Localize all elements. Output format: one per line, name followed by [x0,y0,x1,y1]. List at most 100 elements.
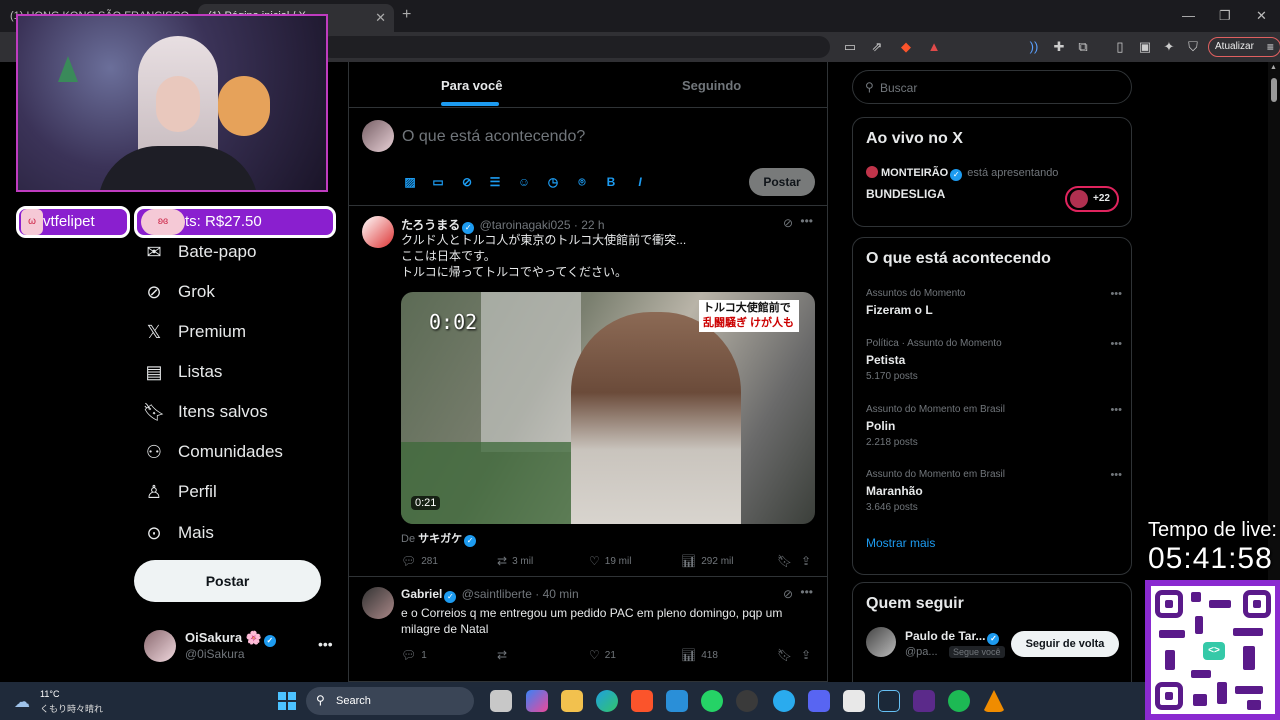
audio-icon[interactable]: )) [1026,39,1042,55]
vpn-icon[interactable]: ⛉ [1185,39,1201,55]
scroll-up-icon[interactable]: ▲ [1270,64,1277,71]
nav-item-lists[interactable]: ▤ Listas [144,358,222,386]
app-icon[interactable] [913,690,935,712]
wallet-icon[interactable]: ▣ [1137,39,1153,55]
edge-icon[interactable] [596,690,618,712]
tweet[interactable]: Gabriel ✓ @saintliberte · 40 min ⊘ ••• e … [349,577,827,682]
discord-icon[interactable] [808,690,830,712]
bookmark-button[interactable]: 🔖︎ [777,648,792,662]
live-topic[interactable]: BUNDESLIGA [866,187,945,201]
minimize-icon[interactable]: — [1182,8,1195,23]
file-explorer-icon[interactable] [561,690,583,712]
tab-search-icon[interactable]: ⧉ [1075,39,1091,55]
window-close-icon[interactable]: ✕ [1256,8,1267,24]
views-button[interactable]: 📊︎ 418 [681,648,718,662]
italic-icon[interactable]: I [632,174,648,190]
weather-temperature[interactable]: 11°C [40,689,59,699]
nav-item-profile[interactable]: ♙ Perfil [144,478,217,506]
reply-button[interactable]: 💬︎ 1 [401,648,427,662]
reply-button[interactable]: 💬︎ 281 [401,554,438,568]
address-bar[interactable] [320,36,830,58]
nav-item-grok[interactable]: ⊘ Grok [144,278,214,306]
more-icon[interactable]: ••• [1110,338,1122,350]
views-button[interactable]: 📊︎ 292 mil [681,554,733,568]
tab-for-you[interactable]: Para você [441,78,502,93]
compose-post-button[interactable]: Postar [749,168,815,196]
avatar[interactable] [866,627,896,657]
avatar[interactable] [362,216,394,248]
store-icon[interactable] [666,690,688,712]
taskbar-search[interactable]: ⚲ Search [306,687,474,715]
search-box[interactable]: ⚲ Buscar [852,70,1132,104]
nav-item-communities[interactable]: ⚇ Comunidades [144,438,283,466]
obs-icon[interactable] [736,690,758,712]
windows-start-icon[interactable] [278,692,296,710]
more-icon[interactable]: ••• [800,214,813,228]
nav-item-more[interactable]: ⊙ Mais [144,519,213,547]
trend-item[interactable]: Assunto do Momento em Brasil Maranhão 3.… [866,469,1122,513]
avatar[interactable] [362,587,394,619]
more-icon[interactable]: ••• [1110,469,1122,481]
repost-button[interactable]: ⇄ [497,648,507,662]
grok-icon[interactable]: ⊘ [459,174,475,190]
weather-description[interactable]: くもり時々晴れ [40,702,103,715]
follow-back-button[interactable]: Seguir de volta [1011,631,1119,657]
tweet-handle[interactable]: @taroinagaki025 [480,218,571,232]
show-more-link[interactable]: Mostrar mais [866,536,935,550]
maximize-icon[interactable]: ❐ [1219,8,1231,24]
tweet-author-name[interactable]: たろうまる [401,218,460,232]
nav-item-chat[interactable]: ✉ Bate-papo [144,238,256,266]
emoji-icon[interactable]: ☺ [516,174,532,190]
more-icon[interactable]: ••• [318,636,333,652]
share-button[interactable]: ⇪ [801,554,811,568]
account-switcher[interactable]: OiSakura 🌸 ✓ @0iSakura ••• [144,628,334,664]
extensions-icon[interactable]: ✚ [1051,39,1067,55]
more-icon[interactable]: ••• [800,585,813,599]
schedule-icon[interactable]: ◷ [545,174,561,190]
compose-input[interactable]: O que está acontecendo? [402,128,585,146]
brave-shield-icon[interactable]: ◆ [898,39,914,55]
gif-icon[interactable]: ▭ [430,174,446,190]
video-player[interactable]: 0:02 トルコ大使館前で 乱闘騒ぎ けが人も 0:21 [401,292,815,524]
repost-button[interactable]: ⇄ 3 mil [497,554,533,568]
tweet-handle[interactable]: @saintliberte [462,587,532,601]
tweet-time[interactable]: 40 min [543,587,579,601]
like-button[interactable]: ♡ 19 mil [589,554,631,568]
steam-icon[interactable] [878,690,900,712]
tweet-time[interactable]: 22 h [581,218,604,232]
close-icon[interactable]: ✕ [375,10,386,26]
brave-rewards-icon[interactable]: ▲ [926,39,942,55]
leo-ai-icon[interactable]: ✦ [1161,39,1177,55]
video-source[interactable]: De サキガケ ✓ [401,530,478,547]
app-icon[interactable] [843,690,865,712]
whatsapp-icon[interactable] [701,690,723,712]
live-host[interactable]: MONTEIRÃO ✓ está apresentando [866,166,1058,181]
more-icon[interactable]: ••• [1110,288,1122,300]
nav-item-bookmarks[interactable]: 🔖︎ Itens salvos [143,398,268,426]
live-listeners-badge[interactable]: +22 [1065,186,1119,212]
bold-icon[interactable]: B [603,174,619,190]
trend-item[interactable]: Assuntos do Momento Fizeram o L ••• [866,288,1122,317]
grok-icon[interactable]: ⊘ [783,587,793,601]
share-icon[interactable]: ⇗ [869,39,885,55]
tweet[interactable]: たろうまる ✓ @taroinagaki025 · 22 h ⊘ ••• クルド人… [349,206,827,577]
sidebar-icon[interactable]: ▯ [1112,39,1128,55]
vlc-icon[interactable] [983,690,1005,712]
trend-item[interactable]: Assunto do Momento em Brasil Polin 2.218… [866,404,1122,448]
more-icon[interactable]: ••• [1110,404,1122,416]
update-button[interactable]: Atualizar ≡ [1208,37,1280,57]
trend-item[interactable]: Política · Assunto do Momento Petista 5.… [866,338,1122,382]
grok-icon[interactable]: ⊘ [783,216,793,230]
post-button[interactable]: Postar [134,560,321,602]
share-button[interactable]: ⇪ [801,648,811,662]
task-view-icon[interactable] [490,690,512,712]
tweet-author-name[interactable]: Gabriel [401,587,442,601]
weather-cloud-icon[interactable]: ☁ [14,692,30,712]
new-tab-icon[interactable]: + [402,6,411,24]
tab-following[interactable]: Seguindo [682,78,741,93]
scrollbar-thumb[interactable] [1271,78,1277,102]
search-input[interactable]: Buscar [880,81,917,95]
media-icon[interactable]: ▨ [402,174,418,190]
location-icon[interactable]: ⌾ [574,174,590,190]
like-button[interactable]: ♡ 21 [589,648,616,662]
